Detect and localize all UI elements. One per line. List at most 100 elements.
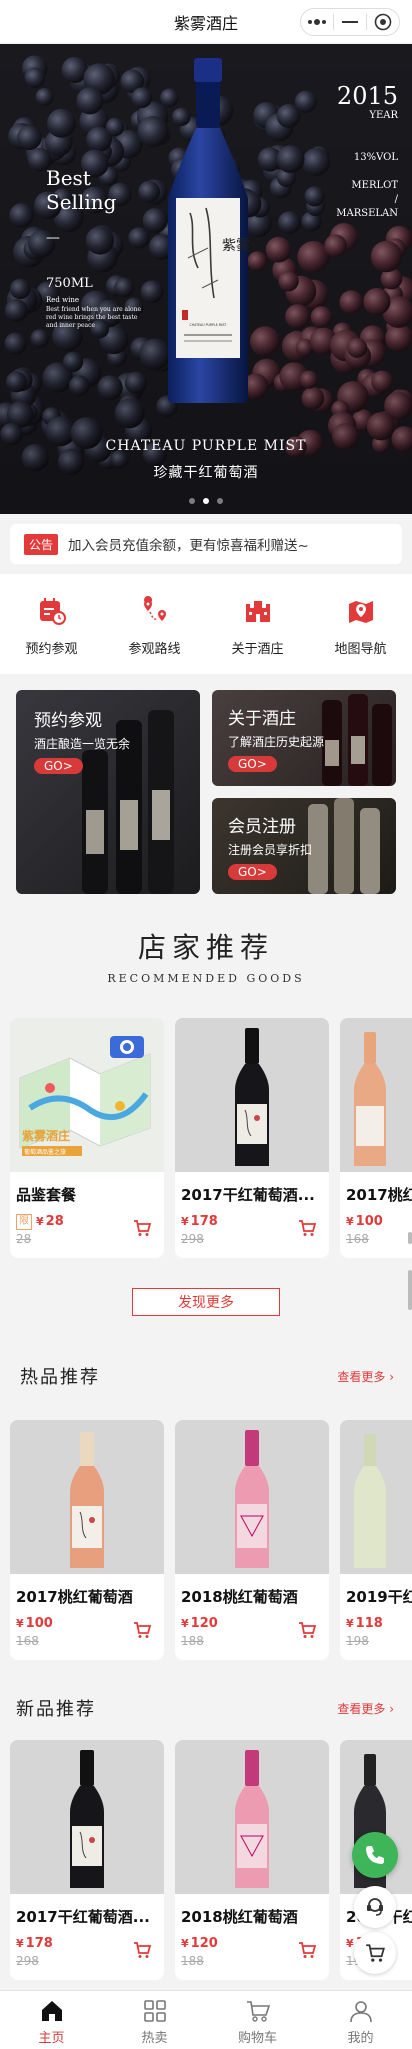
product-name: 2017干红葡萄酒... (181, 1186, 315, 1204)
home-icon (41, 2001, 62, 2021)
product-image (175, 1740, 329, 1894)
phone-call-button[interactable] (352, 1832, 398, 1878)
add-to-cart-icon[interactable] (297, 1940, 317, 1960)
hero-ml: 750ML (46, 276, 93, 291)
promo-member-card[interactable]: 会员注册 注册会员享折扣 GO> (212, 798, 396, 894)
quick-nav-label: 关于酒庄 (231, 642, 284, 657)
recommended-heading: 店家推荐 RECOMMENDED GOODS (0, 926, 412, 985)
minimize-icon[interactable] (334, 9, 366, 35)
product-card[interactable]: 2018桃红葡萄酒 ¥120 188 (175, 1420, 329, 1660)
tab-mine[interactable]: 我的 (309, 1991, 412, 2049)
bottom-tab-bar: 主页 热卖 购物车 我的 (0, 1990, 412, 2049)
hero-grape-2: MARSELAN (336, 208, 398, 219)
map-pin-icon (348, 601, 373, 623)
hero-vol: 13%VOL (353, 152, 398, 163)
red-wine-bottle-image (10, 1740, 164, 1894)
discover-more-button[interactable]: 发现更多 (132, 1288, 280, 1316)
new-section-title: 新品推荐 (16, 1699, 96, 1720)
more-dots-icon[interactable] (301, 9, 333, 35)
promo-reserve-card[interactable]: 预约参观 酒庄酿造一览无余 GO> (16, 690, 200, 894)
calendar-clock-icon (39, 598, 66, 625)
hero-chateau: CHATEAU PURPLE MIST (105, 438, 307, 454)
promo-title: 预约参观 (34, 711, 102, 731)
hero-year: 2015 (336, 82, 398, 110)
product-price: ¥120 (181, 1936, 218, 1951)
product-image (175, 1018, 329, 1172)
page: 紫雾酒庄 2015 YEAR 13%VOL MERLOT / MARSELAN … (0, 0, 412, 2049)
carousel-dot[interactable] (189, 498, 195, 504)
product-original-price: 188 (181, 1954, 204, 1968)
product-price: ¥100 (16, 1616, 53, 1631)
quick-nav-about[interactable]: 关于酒庄 (206, 574, 309, 674)
hot-section-header: 热品推荐 查看更多 › (0, 1356, 412, 1396)
add-to-cart-icon[interactable] (132, 1940, 152, 1960)
promo-about-card[interactable]: 关于酒庄 了解酒庄历史起源 GO> (212, 690, 396, 786)
hero-best: Best (46, 166, 91, 190)
customer-service-button[interactable] (354, 1886, 396, 1928)
page-title: 紫雾酒庄 (173, 13, 238, 33)
add-to-cart-icon[interactable] (297, 1218, 317, 1238)
recommended-title: 店家推荐 (137, 931, 274, 964)
add-to-cart-icon[interactable] (297, 1620, 317, 1640)
product-card[interactable]: 2019干红葡萄酒 ¥118 198 (340, 1420, 412, 1660)
product-card[interactable]: 紫雾酒庄 葡萄酒品鉴之旅 品鉴套餐 限 ¥28 28 (10, 1018, 164, 1258)
hero-small-1: Red wine (46, 296, 80, 304)
carousel-dot-active[interactable] (203, 498, 209, 504)
promo-go-button[interactable]: GO> (34, 758, 83, 774)
floating-cart-button[interactable] (354, 1932, 396, 1974)
hot-product-row[interactable]: 2017桃红葡萄酒 ¥100 168 2018桃红葡萄酒 ¥120 188 20… (10, 1420, 412, 1660)
quick-nav: 预约参观 参观路线 关于酒庄 地图导航 (0, 574, 412, 674)
product-card[interactable]: 2017干红葡萄酒... ¥178 298 (175, 1018, 329, 1258)
promo-sub: 酒庄酿造一览无余 (34, 737, 131, 751)
product-image (340, 1018, 412, 1172)
hero-slash: / (394, 194, 398, 205)
target-close-icon[interactable] (367, 9, 399, 35)
promo-section: 预约参观 酒庄酿造一览无余 GO> 关于酒庄 了解酒庄历史起源 GO> 会员注册… (0, 674, 412, 904)
carousel-dots (0, 498, 412, 504)
product-name: 2017桃红葡萄酒 (16, 1588, 133, 1606)
hero-year-label: YEAR (369, 110, 398, 121)
tab-cart[interactable]: 购物车 (206, 1991, 309, 2049)
hot-view-more-link[interactable]: 查看更多 › (337, 1368, 394, 1385)
product-original-price: 168 (346, 1232, 369, 1246)
hero-banner[interactable]: 2015 YEAR 13%VOL MERLOT / MARSELAN Best … (0, 44, 412, 514)
promo-sub: 了解酒庄历史起源 (228, 735, 325, 749)
add-to-cart-icon[interactable] (132, 1620, 152, 1640)
hero-caption: 珍藏干红葡萄酒 (153, 465, 259, 481)
tab-home[interactable]: 主页 (0, 1991, 103, 2049)
quick-nav-route[interactable]: 参观路线 (103, 574, 206, 674)
castle-icon (245, 601, 270, 622)
new-view-more-link[interactable]: 查看更多 › (337, 1700, 394, 1717)
promo-go-button[interactable]: GO> (228, 756, 277, 772)
bottle-label-sub: CHATEAU PURPLE MIST (190, 323, 227, 327)
tab-hot[interactable]: 热卖 (103, 1991, 206, 2049)
quick-nav-label: 参观路线 (128, 642, 181, 657)
recommended-product-row[interactable]: 紫雾酒庄 葡萄酒品鉴之旅 品鉴套餐 限 ¥28 28 2017干红葡萄酒... … (10, 1018, 412, 1258)
user-icon (349, 2001, 372, 2023)
map-poster-image: 紫雾酒庄 葡萄酒品鉴之旅 (10, 1018, 164, 1172)
promo-go-button[interactable]: GO> (228, 864, 277, 880)
product-card[interactable]: 2018桃红葡萄酒 ¥120 188 (175, 1740, 329, 1980)
product-card[interactable]: 2017干红葡萄酒... ¥178 298 (10, 1740, 164, 1980)
tab-label: 主页 (38, 2031, 65, 2046)
rose-wine-bottle-image (340, 1018, 412, 1172)
product-card[interactable]: 2017桃红葡萄酒 ¥100 168 (340, 1018, 412, 1258)
top-bar: 紫雾酒庄 (0, 0, 412, 44)
cart-icon (366, 1944, 385, 1962)
product-original-price: 198 (346, 1634, 369, 1648)
add-to-cart-icon[interactable] (132, 1218, 152, 1238)
notice-bar[interactable]: 公告 加入会员充值余额，更有惊喜福利赠送~ (10, 524, 402, 564)
quick-nav-map[interactable]: 地图导航 (309, 574, 412, 674)
product-original-price: 168 (16, 1634, 39, 1648)
grid-icon (143, 2000, 166, 2022)
product-name: 2019干红葡萄酒 (346, 1588, 412, 1606)
product-image (175, 1420, 329, 1574)
bottle-label-cn: 紫雾 (222, 238, 250, 254)
notice-section: 公告 加入会员充值余额，更有惊喜福利赠送~ (0, 514, 412, 574)
quick-nav-reserve[interactable]: 预约参观 (0, 574, 103, 674)
product-name: 品鉴套餐 (16, 1186, 77, 1204)
new-product-row[interactable]: 2017干红葡萄酒... ¥178 298 2018桃红葡萄酒 ¥120 188 (10, 1740, 412, 1990)
product-card[interactable]: 2017桃红葡萄酒 ¥100 168 (10, 1420, 164, 1660)
product-image (10, 1740, 164, 1894)
carousel-dot[interactable] (217, 498, 223, 504)
